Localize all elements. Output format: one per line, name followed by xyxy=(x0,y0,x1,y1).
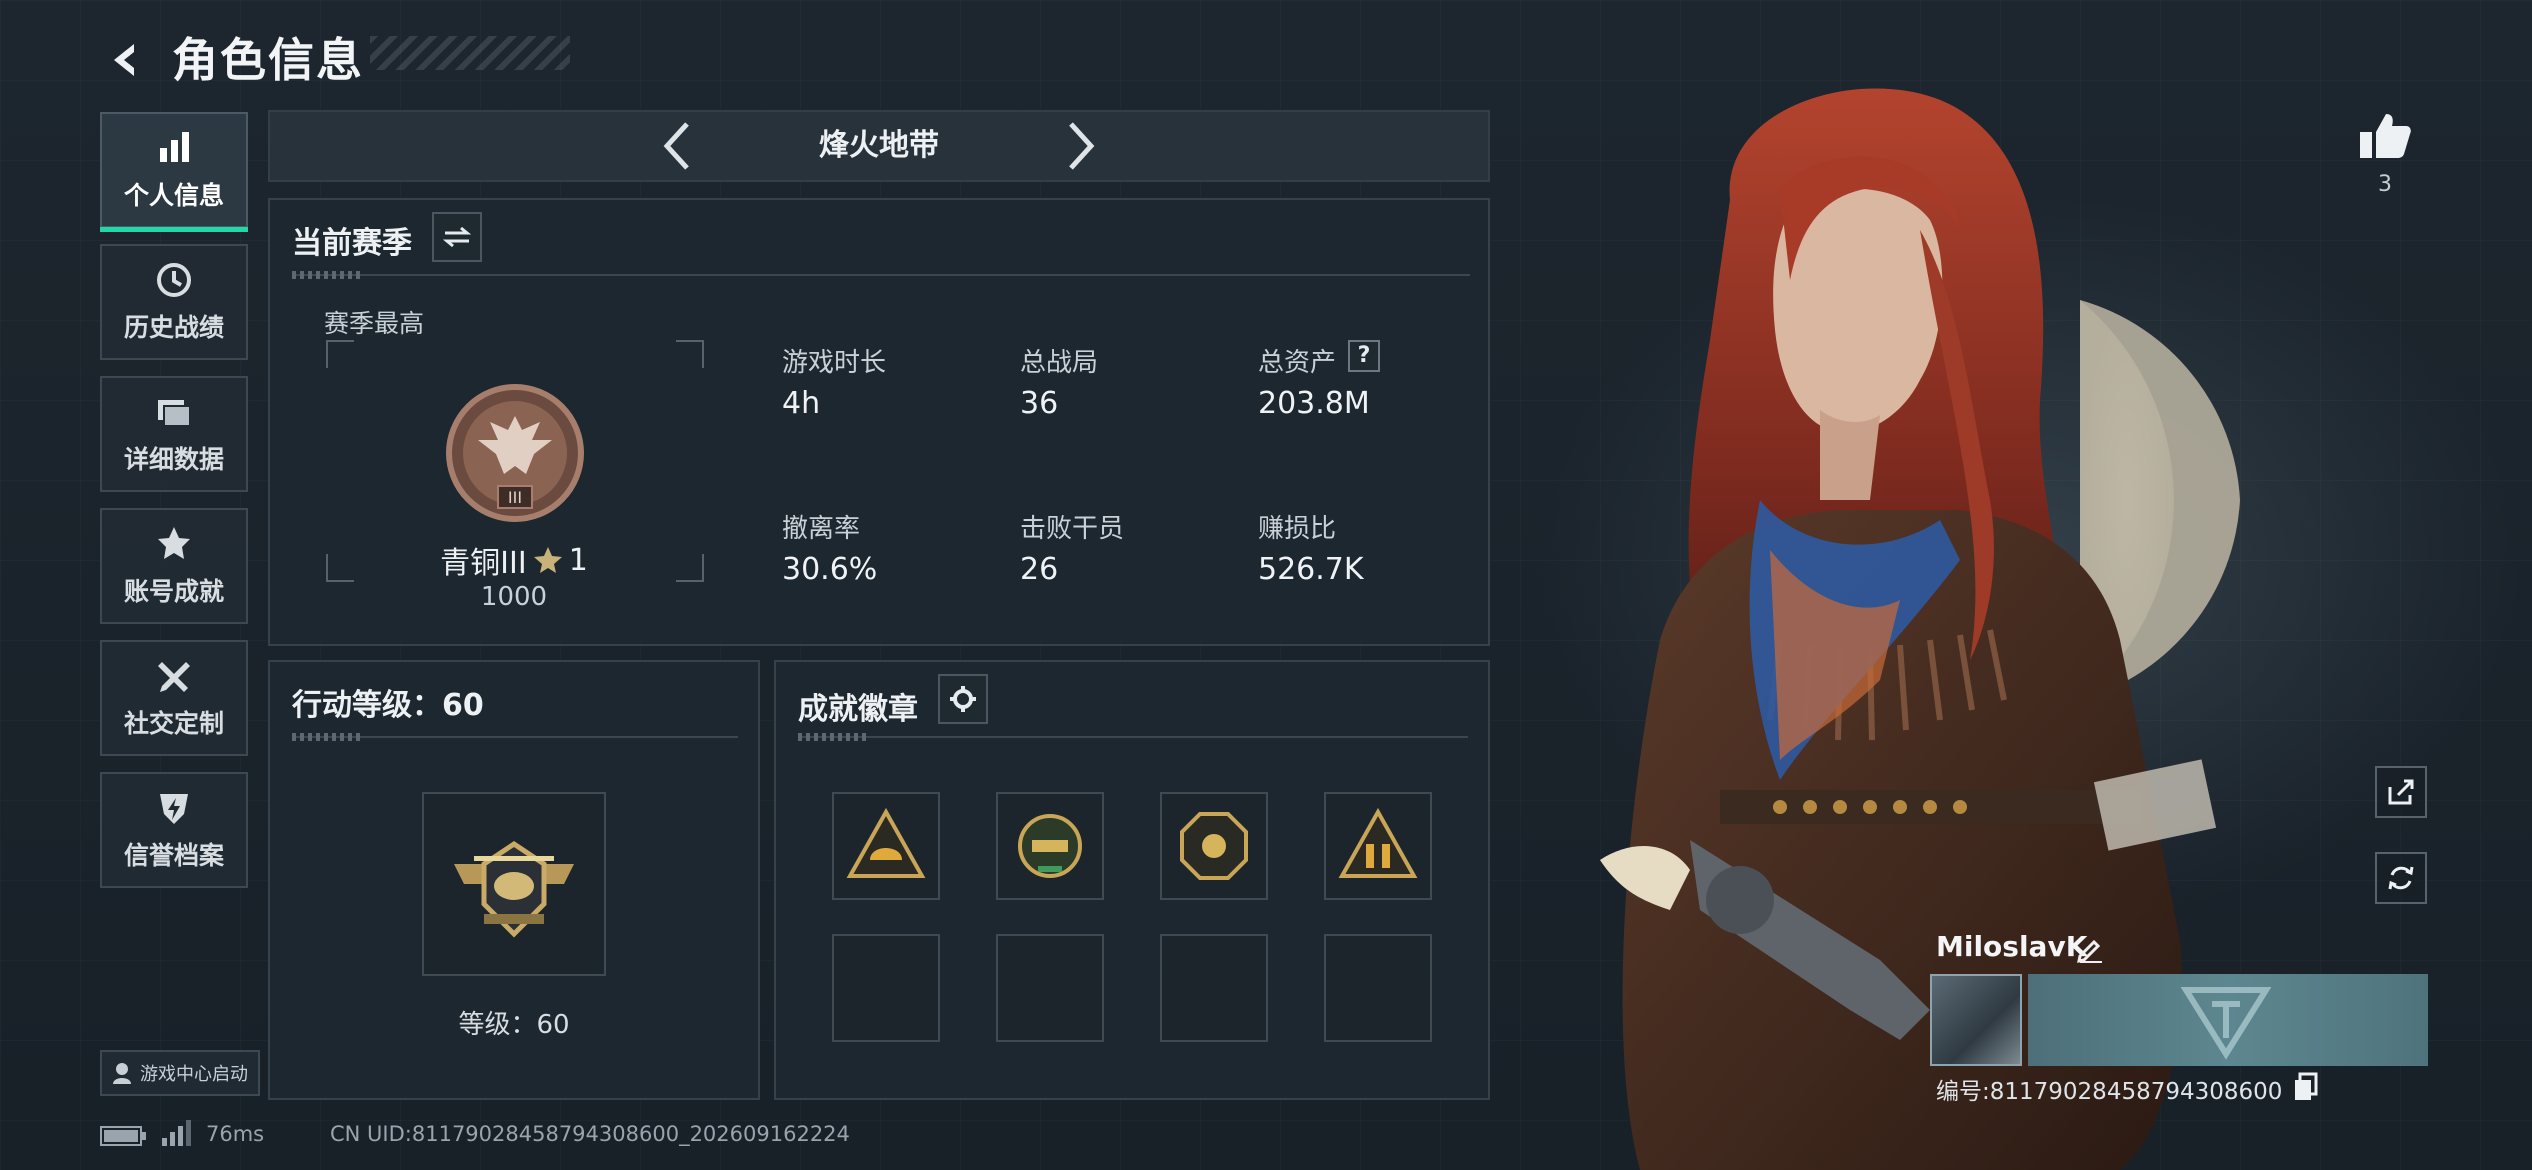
badge-triangle-soldiers-icon xyxy=(1338,807,1418,878)
stat-operators-defeated-value: 26 xyxy=(1020,552,1059,587)
launch-label: 游戏中心启动 xyxy=(140,1064,248,1085)
rank-frame-corner xyxy=(326,340,354,368)
rank-line: 青铜III 1 xyxy=(326,538,702,582)
copy-id-button[interactable] xyxy=(2292,1072,2322,1102)
chevron-left-icon xyxy=(663,122,689,170)
badges-title: 成就徽章 xyxy=(798,692,918,727)
sidebar-item-personal-info[interactable]: 个人信息 xyxy=(100,112,248,232)
stat-total-assets-value: 203.8M xyxy=(1258,386,1370,421)
sidebar-item-label: 历史战绩 xyxy=(123,313,224,342)
badge-octagon-emblem-icon xyxy=(1180,812,1248,880)
thumbs-up-icon xyxy=(2360,114,2411,158)
share-button[interactable] xyxy=(2375,766,2427,818)
title-decoration xyxy=(370,36,570,70)
copy-icon xyxy=(2295,1072,2318,1100)
star-icon xyxy=(533,547,562,573)
sidebar-item-detailed-data[interactable]: 详细数据 xyxy=(100,376,248,492)
badges-divider xyxy=(798,733,1468,741)
stat-total-matches-value: 36 xyxy=(1020,386,1059,421)
stat-operators-defeated-label: 击败干员 xyxy=(1020,514,1125,544)
mode-name: 烽火地带 xyxy=(819,128,939,163)
stat-extraction-rate-value: 30.6% xyxy=(782,552,878,587)
prev-mode-button[interactable] xyxy=(646,116,706,176)
back-button[interactable] xyxy=(96,30,156,90)
like-button[interactable] xyxy=(2350,100,2420,170)
level-title: 行动等级：60 xyxy=(292,688,484,723)
rank-name: 青铜III xyxy=(440,546,527,581)
season-title: 当前赛季 xyxy=(292,226,412,261)
refresh-button[interactable] xyxy=(2375,852,2427,904)
badge-slot-1[interactable] xyxy=(832,792,940,900)
like-count: 3 xyxy=(2378,172,2392,197)
badge-slot-empty[interactable] xyxy=(1324,934,1432,1042)
stat-total-matches-label: 总战局 xyxy=(1020,348,1099,378)
avatar[interactable] xyxy=(1930,974,2022,1066)
season-best-label: 赛季最高 xyxy=(324,309,425,338)
season-divider xyxy=(292,271,1470,279)
level-divider xyxy=(292,733,738,741)
next-mode-button[interactable] xyxy=(1052,116,1112,176)
rank-points: 1000 xyxy=(480,582,548,612)
stat-profit-loss-value: 526.7K xyxy=(1258,552,1364,587)
stat-extraction-rate-label: 撤离率 xyxy=(782,514,861,544)
sidebar-item-label: 账号成就 xyxy=(123,577,224,606)
badge-slot-empty[interactable] xyxy=(1160,934,1268,1042)
page-title: 角色信息 xyxy=(172,33,364,87)
namecard-banner xyxy=(2028,974,2428,1066)
helicopter-level-emblem xyxy=(454,840,574,938)
sidebar-item-achievements[interactable]: 账号成就 xyxy=(100,508,248,624)
assets-help-icon[interactable]: ? xyxy=(1348,340,1380,372)
level-badge-frame xyxy=(422,792,606,976)
delta-logo-icon xyxy=(2180,987,2272,1060)
badge-slot-4[interactable] xyxy=(1324,792,1432,900)
sidebar-item-social-custom[interactable]: 社交定制 xyxy=(100,640,248,756)
stat-total-assets-label: 总资产 xyxy=(1258,348,1337,378)
stat-profit-loss-label: 赚损比 xyxy=(1258,514,1337,544)
swap-arrows-icon xyxy=(443,226,471,248)
pencil-icon xyxy=(2077,939,2102,963)
clock-icon xyxy=(157,263,191,297)
edit-name-button[interactable] xyxy=(2072,932,2108,968)
sidebar-item-history[interactable]: 历史战绩 xyxy=(100,244,248,360)
stat-playtime-label: 游戏时长 xyxy=(782,348,887,378)
sidebar-item-credit-profile[interactable]: 信誉档案 xyxy=(100,772,248,888)
share-icon xyxy=(2388,779,2414,805)
tools-icon xyxy=(158,662,190,692)
rank-stars: 1 xyxy=(568,542,588,578)
season-switch-button[interactable] xyxy=(432,212,482,262)
sidebar-item-label: 个人信息 xyxy=(123,181,224,210)
sidebar-item-label: 社交定制 xyxy=(123,709,224,738)
badge-triangle-helmet-icon xyxy=(846,807,926,878)
back-arrow-icon xyxy=(114,44,134,76)
badge-slot-empty[interactable] xyxy=(832,934,940,1042)
chevron-right-icon xyxy=(1069,122,1095,170)
badge-slot-empty[interactable] xyxy=(996,934,1104,1042)
bar-chart-icon xyxy=(160,132,189,162)
badges-settings-button[interactable] xyxy=(938,674,988,724)
credit-shield-icon xyxy=(160,794,188,824)
stat-playtime-value: 4h xyxy=(782,386,821,421)
user-icon xyxy=(113,1063,131,1084)
badge-slot-3[interactable] xyxy=(1160,792,1268,900)
player-id: 编号:8117902845879430860​0 xyxy=(1936,1079,2283,1105)
achievement-star-icon xyxy=(158,527,190,559)
bronze-rank-emblem: III xyxy=(446,384,584,522)
ping-value: 76ms xyxy=(206,1122,265,1146)
svg-text:III: III xyxy=(508,488,522,507)
badge-circle-wreath-icon xyxy=(1018,814,1082,878)
game-center-launch-button[interactable]: 游戏中心启动 xyxy=(100,1050,260,1096)
player-name: MiloslavK xyxy=(1936,930,2088,963)
badge-slot-2[interactable] xyxy=(996,792,1104,900)
battery-icon xyxy=(100,1126,146,1146)
sidebar-item-label: 详细数据 xyxy=(123,445,224,474)
level-caption: 等级：60 xyxy=(458,1010,570,1040)
folders-icon xyxy=(158,400,191,427)
refresh-icon xyxy=(2388,866,2414,890)
uid-text: CN UID:81179028458794308600_202609162224 xyxy=(330,1122,850,1146)
sidebar-item-label: 信誉档案 xyxy=(123,841,224,870)
rank-frame-corner xyxy=(676,340,704,368)
gear-icon xyxy=(950,686,976,712)
signal-icon xyxy=(162,1120,191,1146)
